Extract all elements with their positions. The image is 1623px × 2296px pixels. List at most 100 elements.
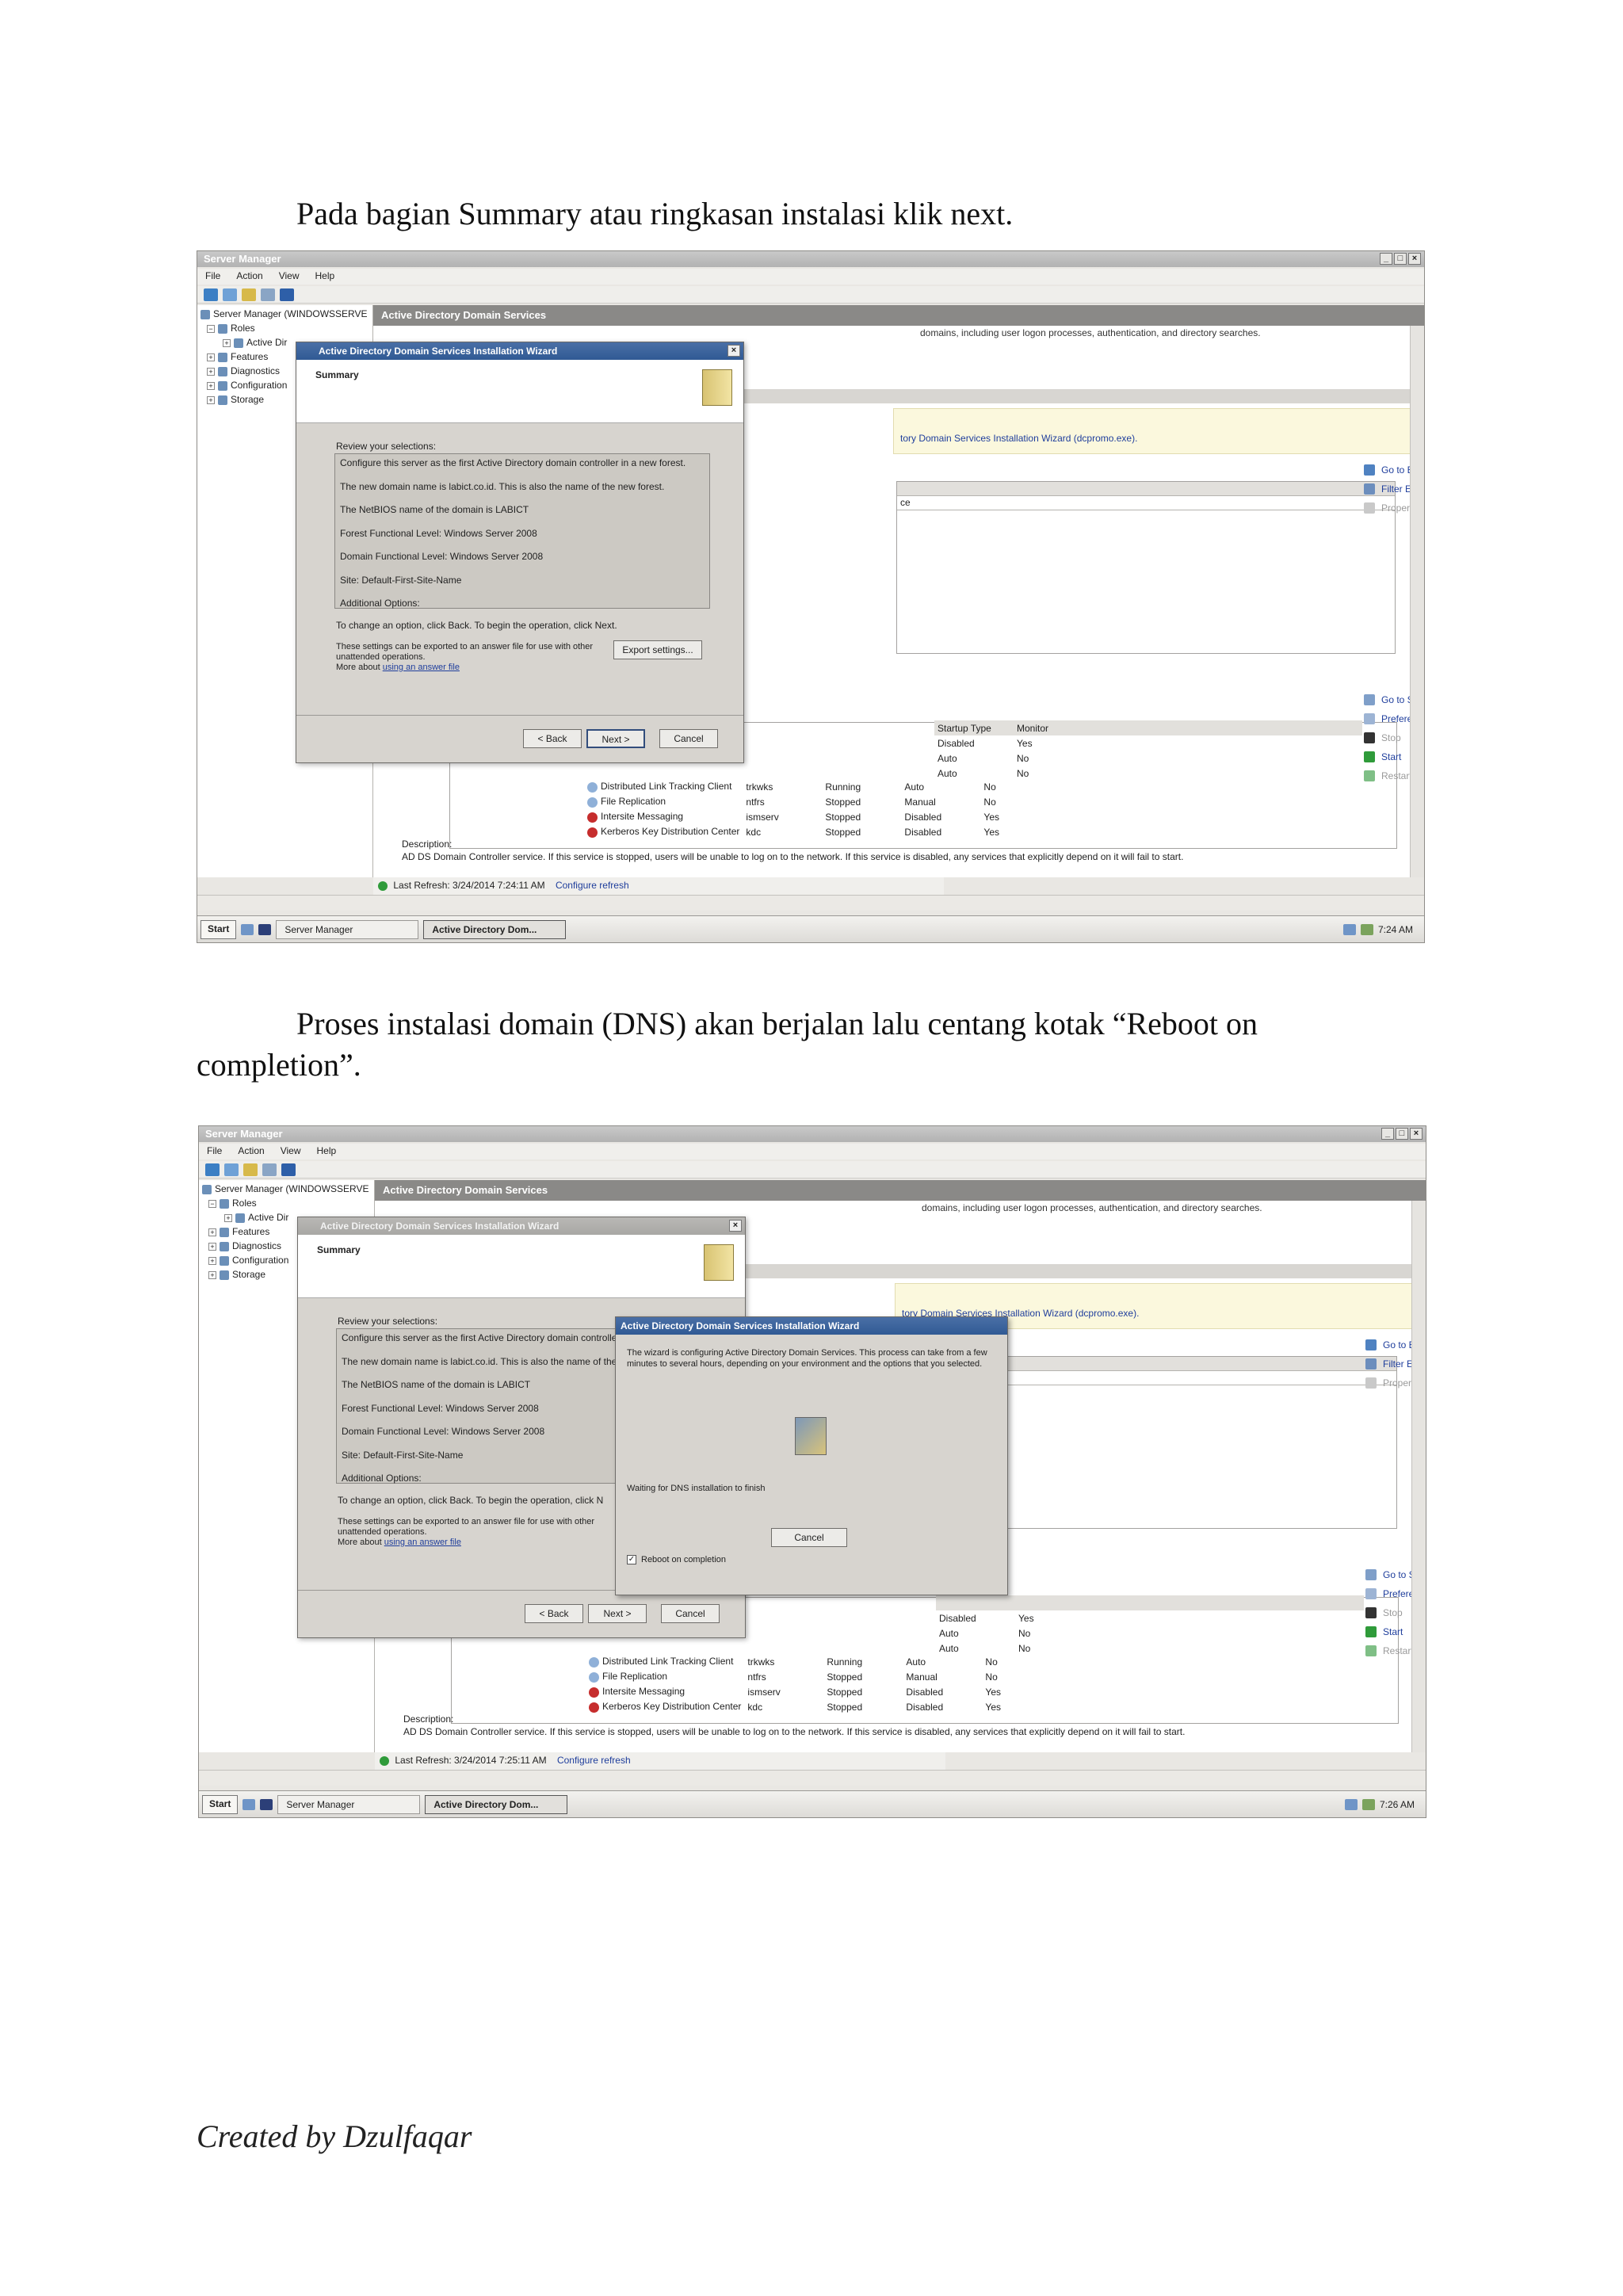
network-icon[interactable] [1344,1798,1358,1810]
diagnostics-icon [220,1241,229,1251]
table-row[interactable]: Distributed Link Tracking Client trkwks Ru… [586,1654,1004,1669]
main-scrollbar[interactable] [1410,326,1424,877]
minimize-button[interactable]: _ [1380,253,1392,265]
quick-launch-powershell-icon[interactable] [260,1798,273,1810]
menu-action[interactable]: Action [236,270,262,283]
table-row[interactable]: Intersite Messaging ismserv Stopped Disable… [586,1684,1004,1699]
next-button[interactable]: Next > [588,1604,647,1623]
task-ad-wizard[interactable]: Active Directory Dom... [423,919,567,939]
clock[interactable]: 7:24 AM [1378,924,1413,935]
maximize-button[interactable]: □ [1394,253,1407,265]
quick-launch-powershell-icon[interactable] [258,923,272,935]
table-row[interactable]: File Replication ntfrs Stopped Manual No [586,1669,1004,1684]
tree-item-roles[interactable]: − Roles [202,1196,371,1210]
close-button[interactable]: × [1410,1128,1423,1140]
menu-action[interactable]: Action [238,1145,264,1158]
filter-icon [1365,1358,1377,1370]
table-row[interactable]: Disabled Yes [934,735,1362,751]
cancel-button[interactable]: Cancel [659,729,718,748]
menu-file[interactable]: File [205,270,220,283]
start-button[interactable]: Start [202,1794,239,1814]
service-running-icon [587,781,598,793]
table-row[interactable]: Auto No [934,751,1362,766]
window-title: Server Manager [204,253,281,265]
cancel-button[interactable]: Cancel [661,1604,720,1623]
back-arrow-icon[interactable] [205,1163,220,1176]
quick-launch-server-icon[interactable] [242,1798,256,1810]
back-button[interactable]: < Back [523,729,582,748]
maximize-button[interactable]: □ [1396,1128,1408,1140]
help-icon[interactable] [281,1163,296,1176]
services-table-partial: Disabled Yes Auto No Auto No [936,1595,1364,1656]
role-description: domains, including user logon processes,… [922,1202,1262,1213]
service-running-icon [589,1671,599,1683]
restart-icon [1365,1645,1377,1656]
play-icon [1364,751,1375,762]
volume-icon[interactable] [1361,1798,1375,1810]
startup-type-header [936,1595,1015,1610]
service-stopped-icon [589,1702,599,1713]
back-arrow-icon[interactable] [204,288,218,301]
refresh-icon[interactable] [380,1755,389,1766]
refresh-icon[interactable] [378,881,388,891]
menu-view[interactable]: View [279,270,300,283]
table-row[interactable]: Intersite Messaging ismserv Stopped Disable… [584,809,1002,824]
network-icon[interactable] [1342,923,1356,935]
back-button[interactable]: < Back [525,1604,583,1623]
menu-help[interactable]: Help [317,1145,337,1158]
wizard-close-button[interactable]: × [727,345,740,357]
directory-book-icon [702,369,732,406]
table-row[interactable]: Disabled Yes [936,1610,1364,1626]
features-icon [218,352,227,362]
tree-item-server-manager[interactable]: Server Manager (WINDOWSSERVE [200,307,369,321]
reboot-on-completion-checkbox[interactable]: ✓ Reboot on completion [627,1555,726,1564]
clock[interactable]: 7:26 AM [1380,1799,1415,1810]
answer-file-link[interactable]: using an answer file [383,663,460,672]
menu-file[interactable]: File [207,1145,222,1158]
start-button[interactable]: Start [200,919,237,939]
forward-arrow-icon[interactable] [224,1163,239,1176]
server-icon [202,1184,212,1194]
review-label: Review your selections: [336,441,437,452]
table-row[interactable]: Distributed Link Tracking Client trkwks Ru… [584,779,1002,794]
selections-list[interactable]: Configure this server as the first Activ… [334,453,710,609]
task-ad-wizard[interactable]: Active Directory Dom... [425,1794,568,1814]
table-row[interactable]: File Replication ntfrs Stopped Manual No [584,794,1002,809]
progress-cancel-button[interactable]: Cancel [771,1528,847,1547]
wizard-title: Active Directory Domain Services Install… [319,346,558,357]
menu-view[interactable]: View [281,1145,301,1158]
volume-icon[interactable] [1360,923,1373,935]
startup-type-header: Startup Type [934,720,1014,735]
next-button[interactable]: Next > [586,729,645,748]
change-instructions: To change an option, click Back. To begi… [338,1495,604,1506]
forward-arrow-icon[interactable] [223,288,237,301]
checkbox-checked-icon[interactable]: ✓ [627,1555,636,1564]
table-row[interactable]: Auto No [936,1626,1364,1641]
role-description: domains, including user logon processes,… [920,327,1261,338]
tree-item-roles[interactable]: − Roles [200,321,369,335]
show-hide-tree-icon[interactable] [262,1163,277,1176]
main-scrollbar[interactable] [1411,1201,1426,1752]
task-server-manager[interactable]: Server Manager [277,1794,421,1814]
answer-file-link[interactable]: using an answer file [384,1538,461,1547]
task-server-manager[interactable]: Server Manager [276,919,419,939]
wizard-close-button[interactable]: × [729,1220,742,1232]
help-icon[interactable] [280,288,294,301]
configure-refresh-link[interactable]: Configure refresh [556,880,629,891]
taskbar: Start Server Manager Active Directory Do… [199,1790,1426,1817]
up-folder-icon[interactable] [242,288,256,301]
preferences-icon [1364,713,1375,724]
reboot-label: Reboot on completion [641,1555,727,1564]
tree-item-server-manager[interactable]: Server Manager (WINDOWSSERVE [202,1182,371,1196]
configure-refresh-link[interactable]: Configure refresh [557,1755,631,1766]
up-folder-icon[interactable] [243,1163,258,1176]
menu-help[interactable]: Help [315,270,335,283]
diagnostics-icon [218,366,227,376]
minimize-button[interactable]: _ [1381,1128,1394,1140]
quick-launch-server-icon[interactable] [241,923,254,935]
show-hide-tree-icon[interactable] [261,288,275,301]
close-button[interactable]: × [1408,253,1421,265]
list-item: Domain Functional Level: Windows Server … [340,551,544,562]
export-settings-button[interactable]: Export settings... [613,640,702,659]
storage-icon [220,1270,229,1280]
